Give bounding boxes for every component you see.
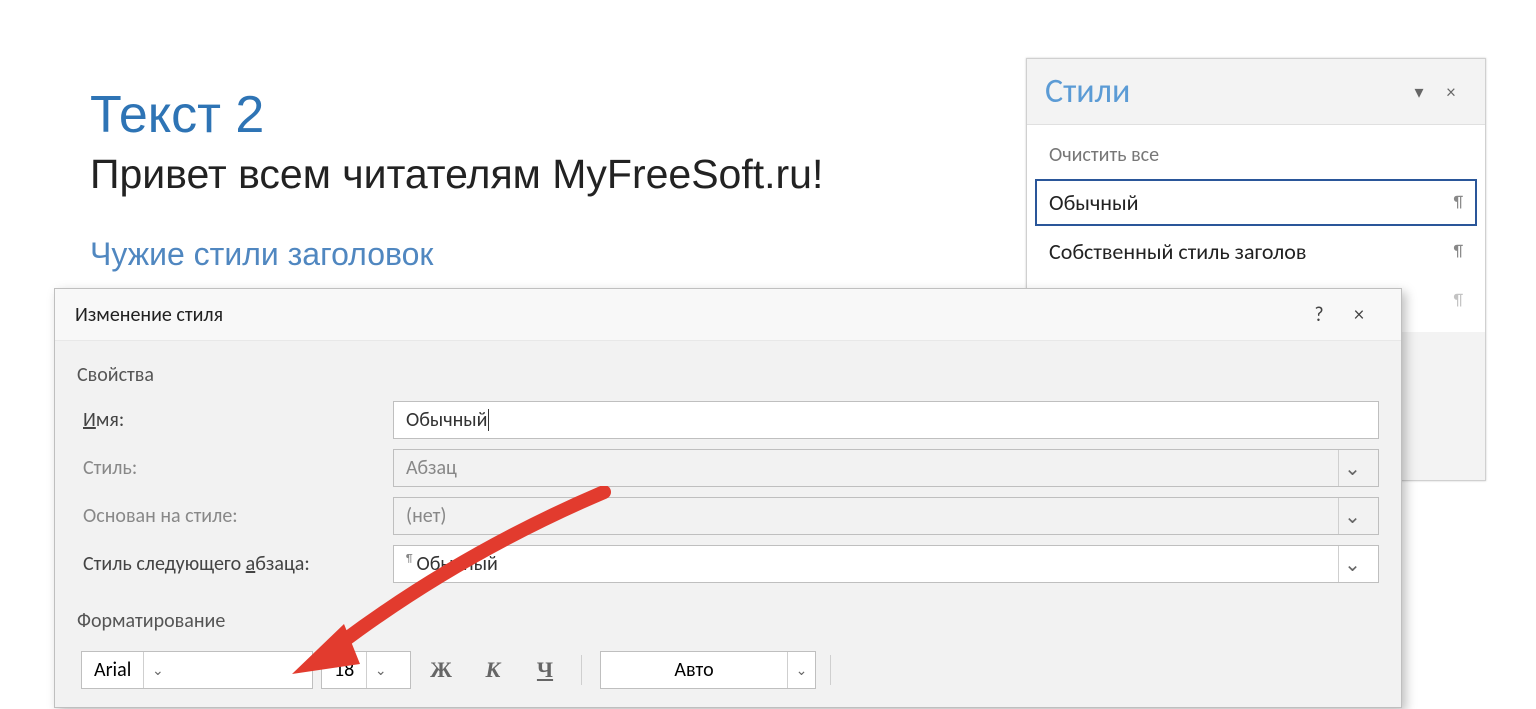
pilcrow-icon: ¶ (1454, 242, 1463, 261)
style-item-label: Собственный стиль заголов (1049, 238, 1306, 265)
font-family-value: Arial (82, 658, 143, 682)
select-based-on: (нет) ⌄ (393, 497, 1379, 535)
select-next-paragraph[interactable]: ¶ Обычный ⌄ (393, 545, 1379, 583)
styles-pane-header: Стили ▾ × (1027, 59, 1485, 125)
pane-options-icon[interactable]: ▾ (1403, 81, 1435, 103)
font-family-combo[interactable]: Arial ⌄ (81, 651, 313, 689)
styles-pane-title: Стили (1045, 71, 1403, 112)
dialog-help-button[interactable]: ? (1299, 303, 1339, 327)
chevron-down-icon: ⌄ (1338, 450, 1366, 486)
separator (830, 655, 831, 685)
doc-heading: Текст 2 (90, 85, 823, 145)
dialog-titlebar: Изменение стиля ? × (55, 289, 1401, 341)
underline-button[interactable]: Ч (523, 651, 567, 689)
chevron-down-icon[interactable]: ⌄ (787, 652, 815, 688)
bold-button[interactable]: Ж (419, 651, 463, 689)
section-formatting-label: Форматирование (77, 609, 1379, 633)
label-name: Имя: (77, 408, 393, 432)
label-next-paragraph: Стиль следующего абзаца: (77, 552, 393, 576)
chevron-down-icon: ⌄ (1338, 498, 1366, 534)
font-size-value: 18 (322, 658, 366, 682)
label-next-post: бзаца: (255, 552, 309, 576)
font-color-combo[interactable]: Авто ⌄ (600, 651, 816, 689)
pilcrow-icon: ¶ (406, 552, 412, 565)
doc-body-text: Привет всем читателям MyFreeSoft.ru! (90, 151, 823, 198)
formatting-toolbar: Arial ⌄ 18 ⌄ Ж К Ч Авто ⌄ (77, 651, 1379, 689)
chevron-down-icon[interactable]: ⌄ (366, 652, 394, 688)
modify-style-dialog: Изменение стиля ? × Свойства Имя: Обычны… (54, 288, 1402, 708)
style-item-label: Обычный (1049, 189, 1139, 216)
chevron-down-icon[interactable]: ⌄ (143, 652, 171, 688)
style-clear-all[interactable]: Очистить все (1035, 133, 1477, 177)
input-style-name-value: Обычный (406, 408, 487, 432)
select-next-paragraph-value: Обычный (416, 552, 497, 576)
label-based-on: Основан на стиле: (77, 504, 393, 528)
style-clear-all-label: Очистить все (1049, 143, 1159, 167)
pilcrow-icon: ¶ (1454, 193, 1463, 212)
doc-subheading: Чужие стили заголовок (90, 236, 823, 273)
label-next-pre: Стиль следующего (83, 552, 246, 576)
italic-button[interactable]: К (471, 651, 515, 689)
text-cursor (488, 409, 489, 431)
pilcrow-icon: ¶ (1454, 291, 1463, 310)
select-style-type: Абзац ⌄ (393, 449, 1379, 487)
label-name-rest: мя: (96, 408, 124, 432)
chevron-down-icon[interactable]: ⌄ (1338, 546, 1366, 582)
section-properties-label: Свойства (77, 363, 1379, 387)
font-color-value: Авто (601, 658, 787, 682)
style-item-custom-heading[interactable]: Собственный стиль заголов ¶ (1035, 228, 1477, 275)
label-name-accel: И (83, 408, 96, 432)
font-size-combo[interactable]: 18 ⌄ (321, 651, 411, 689)
select-style-type-value: Абзац (406, 456, 457, 480)
pane-close-icon[interactable]: × (1435, 81, 1467, 103)
label-style-type: Стиль: (77, 456, 393, 480)
document-area: Текст 2 Привет всем читателям MyFreeSoft… (90, 85, 823, 273)
input-style-name[interactable]: Обычный (393, 401, 1379, 439)
dialog-title: Изменение стиля (75, 303, 1299, 327)
separator (581, 655, 582, 685)
dialog-close-button[interactable]: × (1339, 303, 1379, 327)
dialog-body: Свойства Имя: Обычный Стиль: Абзац ⌄ Осн… (55, 341, 1401, 707)
label-next-accel: а (246, 552, 256, 576)
select-based-on-value: (нет) (406, 504, 446, 528)
style-item-normal[interactable]: Обычный ¶ (1035, 179, 1477, 226)
